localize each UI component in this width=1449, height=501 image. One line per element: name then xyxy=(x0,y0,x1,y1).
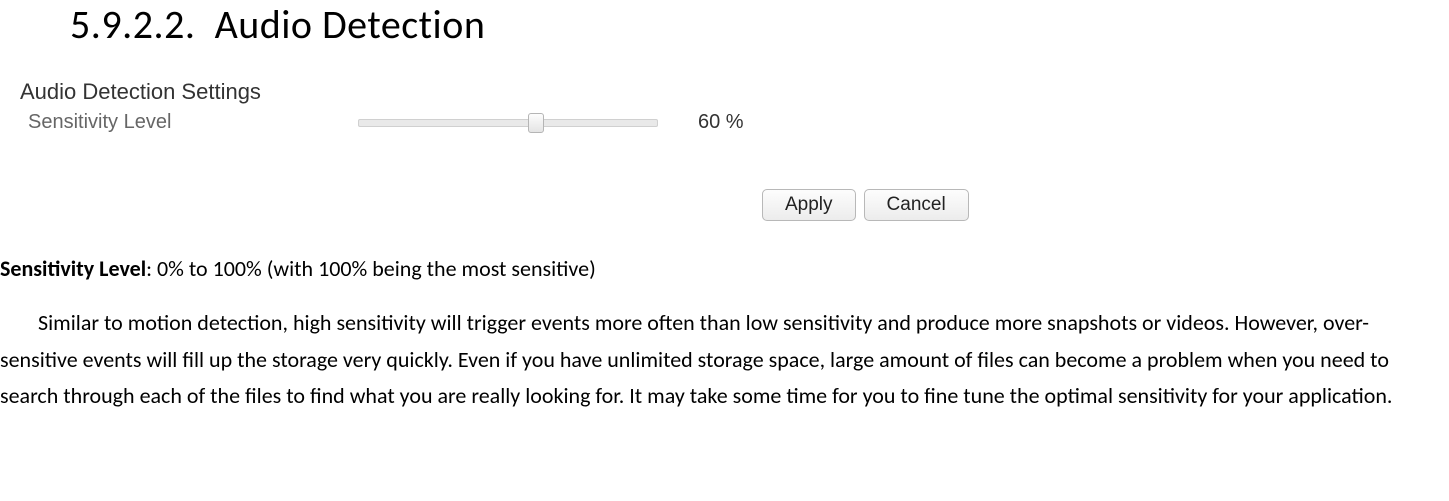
panel-title: Audio Detection Settings xyxy=(20,79,1000,105)
definition-text: : 0% to 100% (with 100% being the most s… xyxy=(146,255,596,282)
button-row: Apply Cancel xyxy=(762,189,1000,221)
sensitivity-value: 60 % xyxy=(698,111,744,134)
audio-detection-settings-panel: Audio Detection Settings Sensitivity Lev… xyxy=(20,79,1000,221)
apply-button[interactable]: Apply xyxy=(762,189,856,221)
sensitivity-level-definition: Sensitivity Level: 0% to 100% (with 100%… xyxy=(0,251,1445,287)
sensitivity-slider[interactable] xyxy=(358,113,658,133)
sensitivity-label: Sensitivity Level xyxy=(20,111,358,134)
cancel-button[interactable]: Cancel xyxy=(864,189,969,221)
definition-term: Sensitivity Level xyxy=(0,255,146,282)
explanation-paragraph: Similar to motion detection, high sensit… xyxy=(0,305,1445,414)
section-number: 5.9.2.2. xyxy=(70,0,195,49)
sensitivity-row: Sensitivity Level 60 % xyxy=(20,111,1000,134)
slider-track xyxy=(358,119,658,127)
section-heading: 5.9.2.2. Audio Detection xyxy=(70,0,1449,49)
section-title: Audio Detection xyxy=(215,0,486,49)
slider-thumb[interactable] xyxy=(528,113,544,133)
